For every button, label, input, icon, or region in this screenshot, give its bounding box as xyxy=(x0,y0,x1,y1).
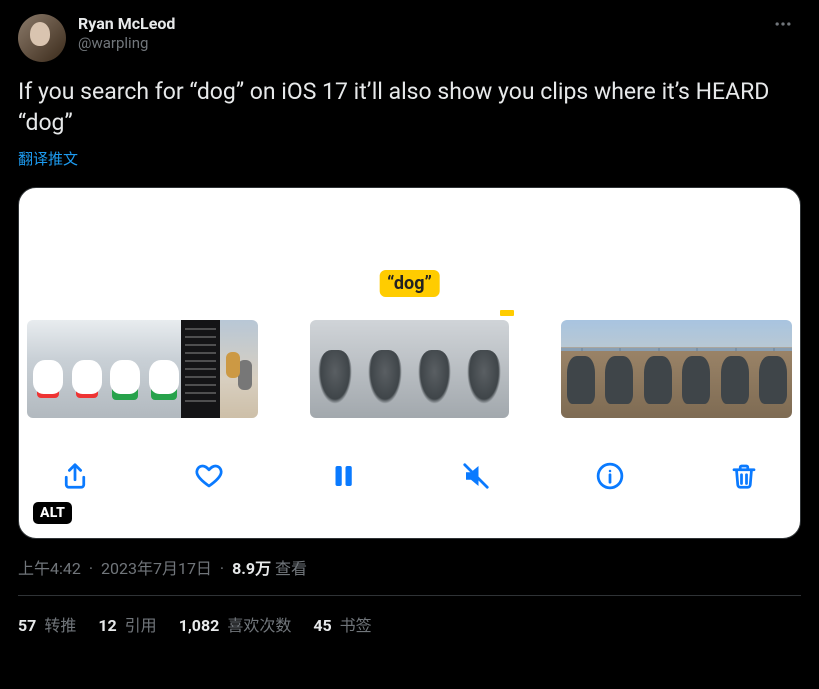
tweet-date[interactable]: 2023年7月17日 xyxy=(101,559,212,578)
likes-stat[interactable]: 1,082 喜欢次数 xyxy=(179,612,292,636)
author-names[interactable]: Ryan McLeod @warpling xyxy=(78,14,175,53)
clip-frame xyxy=(753,320,792,418)
meta-separator: · xyxy=(220,559,224,578)
media-toolbar xyxy=(19,418,800,512)
tweet-time[interactable]: 上午4:42 xyxy=(18,559,81,578)
trash-button[interactable] xyxy=(722,454,766,498)
pause-button[interactable] xyxy=(321,454,365,498)
clip-frame xyxy=(459,320,509,418)
clip-frame xyxy=(181,320,220,418)
clip-frame xyxy=(27,320,66,418)
pause-icon xyxy=(328,461,358,491)
alt-badge[interactable]: ALT xyxy=(33,502,72,524)
media-header-area: “dog” xyxy=(19,188,800,320)
heart-icon xyxy=(194,461,224,491)
tweet-stats: 57 转推 12 引用 1,082 喜欢次数 45 书签 xyxy=(18,612,801,636)
retweets-label: 转推 xyxy=(44,616,76,635)
quotes-count: 12 xyxy=(98,616,116,635)
info-icon xyxy=(595,461,625,491)
retweets-count: 57 xyxy=(18,616,36,635)
handle: @warpling xyxy=(78,34,175,53)
divider xyxy=(18,595,801,596)
meta-separator: · xyxy=(89,559,93,578)
clip-frame xyxy=(561,320,600,418)
tweet-meta: 上午4:42 · 2023年7月17日 · 8.9万 查看 xyxy=(18,555,801,579)
more-icon xyxy=(773,14,793,34)
share-button[interactable] xyxy=(53,454,97,498)
translate-link[interactable]: 翻译推文 xyxy=(18,148,78,169)
clip-frame xyxy=(715,320,754,418)
clip-frame xyxy=(638,320,677,418)
timeline-marker xyxy=(500,310,514,316)
tweet-container: Ryan McLeod @warpling If you search for … xyxy=(0,0,819,650)
clip-frame xyxy=(143,320,182,418)
clip-frame xyxy=(360,320,410,418)
info-button[interactable] xyxy=(588,454,632,498)
clip-frame xyxy=(310,320,360,418)
clip-frame xyxy=(410,320,460,418)
mute-icon xyxy=(461,461,491,491)
clip-frame xyxy=(66,320,105,418)
tweet-header: Ryan McLeod @warpling xyxy=(18,14,801,62)
search-token-badge: “dog” xyxy=(379,270,440,297)
clip-frame xyxy=(676,320,715,418)
quotes-label: 引用 xyxy=(125,616,157,635)
likes-count: 1,082 xyxy=(179,616,220,635)
clip-strip-row xyxy=(19,320,800,418)
media-card[interactable]: “dog” xyxy=(18,187,801,539)
likes-label: 喜欢次数 xyxy=(227,616,291,635)
views-label: 查看 xyxy=(275,559,307,578)
tweet-text: If you search for “dog” on iOS 17 it’ll … xyxy=(18,76,801,138)
bookmarks-stat[interactable]: 45 书签 xyxy=(313,612,371,636)
retweets-stat[interactable]: 57 转推 xyxy=(18,612,76,636)
display-name: Ryan McLeod xyxy=(78,14,175,34)
avatar[interactable] xyxy=(18,14,66,62)
views-count: 8.9万 xyxy=(232,559,271,578)
clip-frame xyxy=(599,320,638,418)
clip-frame xyxy=(104,320,143,418)
bookmarks-label: 书签 xyxy=(340,616,372,635)
more-button[interactable] xyxy=(765,14,801,34)
clip-frame xyxy=(220,320,259,418)
mute-button[interactable] xyxy=(454,454,498,498)
bookmarks-count: 45 xyxy=(313,616,331,635)
quotes-stat[interactable]: 12 引用 xyxy=(98,612,156,636)
clip-strip[interactable] xyxy=(27,320,258,418)
clip-strip[interactable] xyxy=(561,320,792,418)
like-button[interactable] xyxy=(187,454,231,498)
trash-icon xyxy=(729,461,759,491)
share-icon xyxy=(60,461,90,491)
clip-strip[interactable] xyxy=(310,320,508,418)
